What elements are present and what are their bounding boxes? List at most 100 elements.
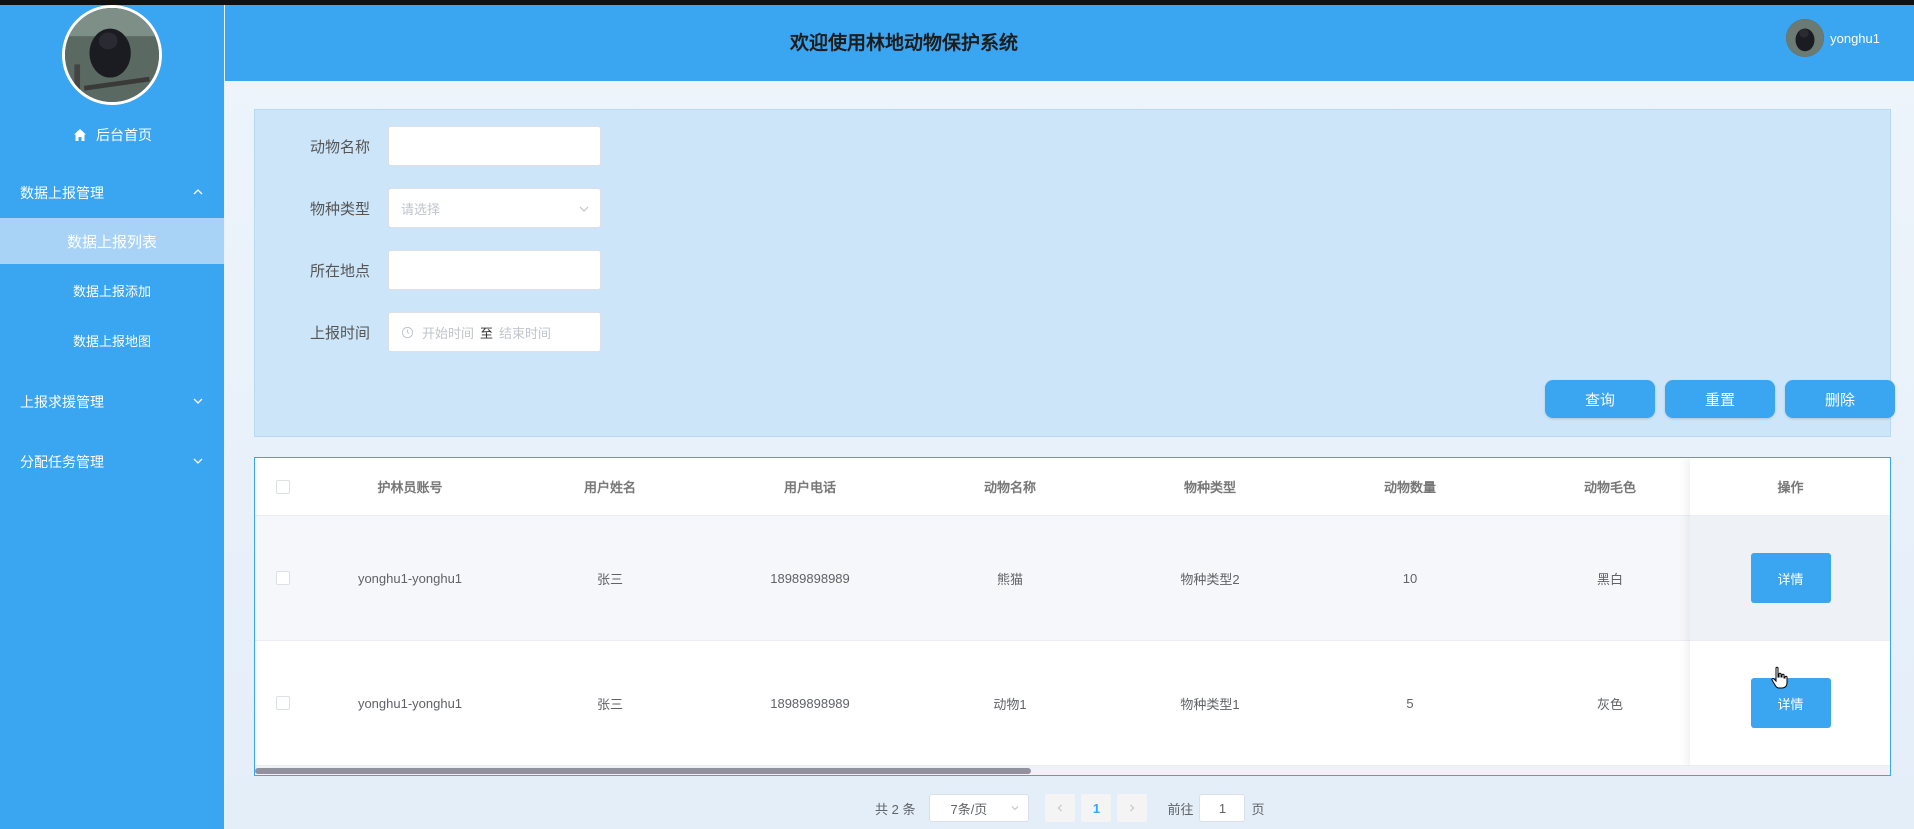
- range-separator: 至: [480, 325, 494, 341]
- sidebar-group-data-report[interactable]: 数据上报管理: [0, 173, 224, 213]
- main-content: 动物名称 物种类型 请选择 所在地点 上报时间 开始时间 至 结束时间 查询 重…: [225, 81, 1914, 829]
- sidebar-group-rescue[interactable]: 上报求援管理: [0, 382, 224, 422]
- avatar: [1786, 19, 1825, 57]
- report-time-label: 上报时间: [309, 324, 370, 342]
- next-page-button[interactable]: [1117, 794, 1148, 822]
- cell-phone: 18989898989: [770, 570, 850, 586]
- prev-page-button[interactable]: [1045, 794, 1076, 822]
- clock-icon: [401, 326, 414, 338]
- form-row-animal-name: 动物名称: [255, 126, 601, 166]
- sidebar-group-label: 数据上报管理: [20, 185, 104, 201]
- table-header: 护林员账号 用户姓名 用户电话 动物名称 物种类型 动物数量 动物毛色: [255, 458, 1890, 516]
- fixed-action-column: 操作 详情 详情: [1690, 458, 1890, 766]
- delete-button[interactable]: 删除: [1785, 380, 1895, 418]
- query-button[interactable]: 查询: [1545, 380, 1655, 418]
- sidebar-group-label: 上报求援管理: [20, 394, 104, 410]
- username: yonghu1: [1830, 30, 1880, 46]
- goto-prefix: 前往: [1167, 801, 1194, 817]
- location-input[interactable]: [388, 250, 601, 290]
- chevron-left-icon: [1058, 804, 1063, 812]
- scrollbar-thumb[interactable]: [255, 768, 1031, 774]
- sidebar: 后台首页 数据上报管理 数据上报列表 数据上报添加 数据上报地图 上报求援管理 …: [0, 5, 224, 829]
- cell-account: yonghu1-yonghu1: [357, 570, 463, 586]
- start-time-placeholder[interactable]: 开始时间: [422, 323, 474, 342]
- goto-page-input[interactable]: [1199, 794, 1246, 822]
- sidebar-item-label: 数据上报添加: [72, 283, 151, 299]
- location-label: 所在地点: [309, 262, 370, 280]
- col-species[interactable]: 物种类型: [1110, 458, 1310, 515]
- col-color[interactable]: 动物毛色: [1510, 458, 1710, 515]
- table-row: yonghu1-yonghu1 张三 18989898989 动物1 物种类型1…: [255, 641, 1890, 766]
- chevron-up-icon: [193, 189, 203, 195]
- pagination-total: 共 2 条: [875, 801, 916, 817]
- chevron-right-icon: [1130, 804, 1135, 812]
- species-select[interactable]: 请选择: [388, 188, 601, 228]
- cell-name: 张三: [596, 696, 623, 712]
- end-time-placeholder[interactable]: 结束时间: [499, 323, 551, 342]
- goto-page: 前往 页: [1167, 794, 1265, 822]
- col-animal[interactable]: 动物名称: [910, 458, 1110, 515]
- cell-color: 灰色: [1596, 696, 1623, 712]
- col-action: 操作: [1690, 458, 1890, 516]
- cell-animal: 动物1: [993, 696, 1027, 712]
- chevron-down-icon: [193, 458, 203, 464]
- data-table: 护林员账号 用户姓名 用户电话 动物名称 物种类型 动物数量 动物毛色 yong…: [254, 457, 1891, 776]
- horizontal-scrollbar[interactable]: [255, 766, 1890, 775]
- sidebar-item-report-add[interactable]: 数据上报添加: [0, 267, 224, 313]
- row-select-cell: [255, 641, 310, 765]
- cell-species: 物种类型2: [1180, 571, 1240, 587]
- col-phone[interactable]: 用户电话: [710, 458, 910, 515]
- top-header: 欢迎使用林地动物保护系统 yonghu1: [225, 5, 1914, 81]
- row-checkbox[interactable]: [275, 571, 290, 585]
- sidebar-item-label: 数据上报地图: [72, 333, 151, 349]
- sidebar-item-report-list[interactable]: 数据上报列表: [0, 218, 224, 264]
- row-select-cell: [255, 516, 310, 640]
- cell-animal: 熊猫: [996, 571, 1023, 587]
- species-label: 物种类型: [309, 200, 370, 218]
- select-all-checkbox[interactable]: [275, 479, 290, 494]
- home-icon: [72, 127, 88, 143]
- form-row-species: 物种类型 请选择: [255, 188, 601, 228]
- cell-name: 张三: [596, 571, 623, 587]
- detail-button[interactable]: 详情: [1750, 678, 1831, 728]
- col-account[interactable]: 护林员账号: [310, 458, 510, 515]
- page-size-select[interactable]: 7条/页: [929, 794, 1030, 822]
- search-panel: 动物名称 物种类型 请选择 所在地点 上报时间 开始时间 至 结束时间 查询 重…: [254, 109, 1895, 437]
- sidebar-item-home-label: 后台首页: [96, 127, 152, 143]
- sidebar-item-home[interactable]: 后台首页: [0, 120, 224, 150]
- species-placeholder: 请选择: [401, 201, 441, 217]
- animal-name-input[interactable]: [388, 126, 601, 166]
- report-time-range[interactable]: 开始时间 至 结束时间: [388, 312, 601, 352]
- page-title: 欢迎使用林地动物保护系统: [789, 32, 1018, 54]
- cell-color: 黑白: [1596, 571, 1623, 587]
- hand-cursor-icon: [1771, 666, 1788, 689]
- table-row: yonghu1-yonghu1 张三 18989898989 熊猫 物种类型2 …: [255, 516, 1890, 641]
- goto-suffix: 页: [1251, 801, 1265, 817]
- detail-button[interactable]: 详情: [1750, 553, 1831, 603]
- sidebar-avatar: [62, 5, 162, 105]
- sidebar-item-label: 数据上报列表: [66, 233, 157, 251]
- row-checkbox[interactable]: [275, 696, 290, 710]
- select-all-cell: [255, 458, 310, 515]
- sidebar-group-task[interactable]: 分配任务管理: [0, 442, 224, 482]
- col-count[interactable]: 动物数量: [1310, 458, 1510, 515]
- cell-account: yonghu1-yonghu1: [357, 695, 463, 711]
- reset-button[interactable]: 重置: [1665, 380, 1775, 418]
- action-cell: 详情: [1690, 641, 1890, 766]
- sidebar-group-label: 分配任务管理: [20, 454, 104, 470]
- form-row-location: 所在地点: [255, 250, 601, 290]
- action-cell: 详情: [1690, 516, 1890, 641]
- sidebar-item-report-map[interactable]: 数据上报地图: [0, 317, 224, 363]
- col-name[interactable]: 用户姓名: [510, 458, 710, 515]
- chevron-down-icon: [193, 398, 203, 404]
- cell-count: 10: [1402, 570, 1418, 586]
- pagination: 共 2 条 7条/页 1 前往 页: [875, 794, 1265, 822]
- cell-species: 物种类型1: [1180, 696, 1240, 712]
- chevron-down-icon: [1012, 806, 1019, 811]
- page-number[interactable]: 1: [1081, 794, 1112, 822]
- user-menu[interactable]: yonghu1: [1786, 19, 1880, 57]
- page-size-value: 7条/页: [950, 801, 988, 817]
- cell-phone: 18989898989: [770, 695, 850, 711]
- cell-count: 5: [1406, 695, 1414, 711]
- animal-name-label: 动物名称: [309, 138, 370, 156]
